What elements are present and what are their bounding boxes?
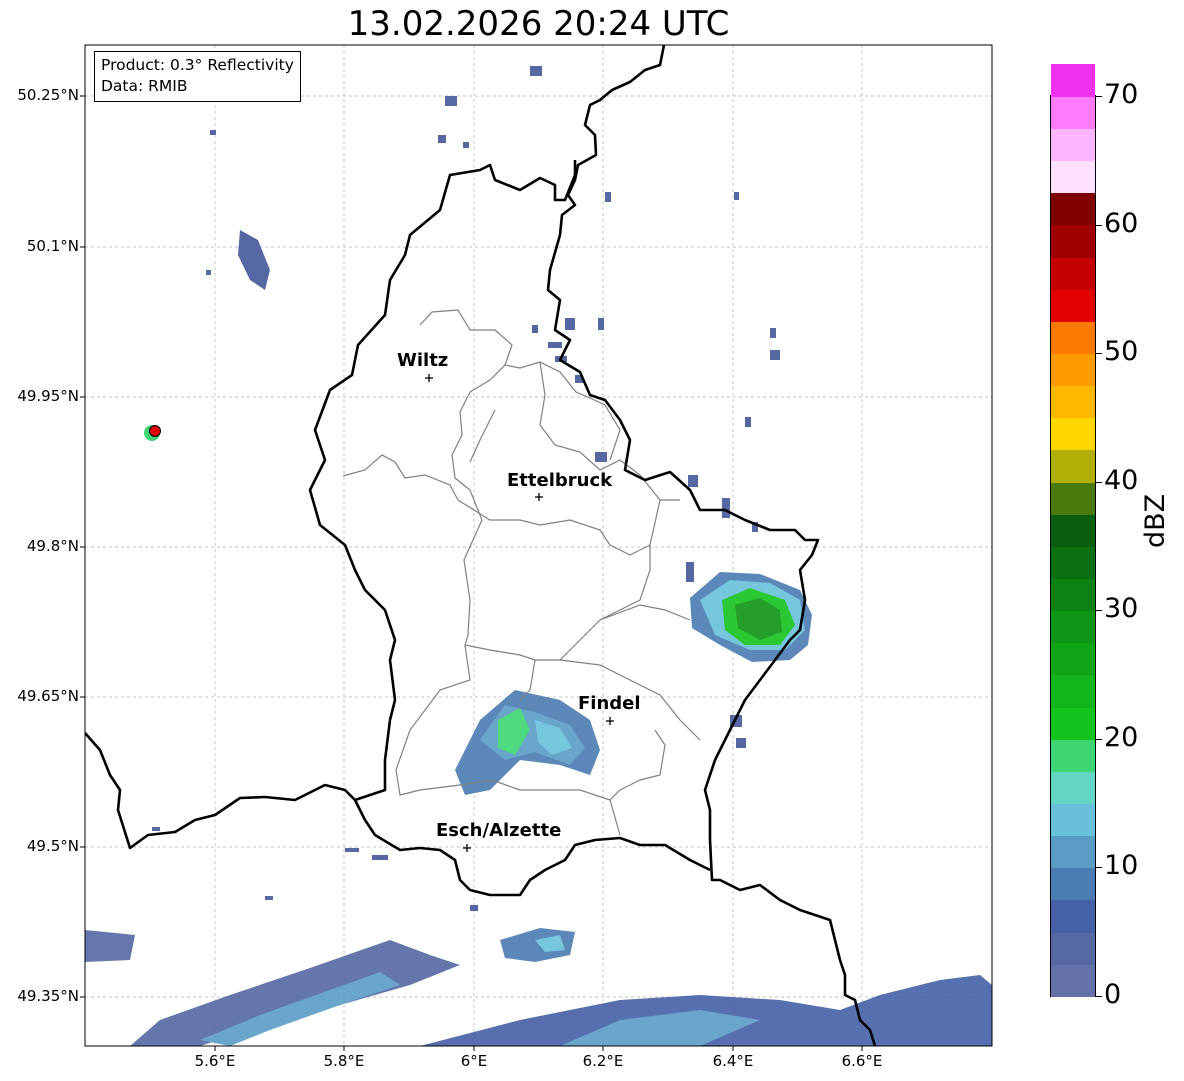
colorbar-segment — [1051, 513, 1095, 547]
colorbar-segment — [1051, 738, 1095, 772]
data-source-label: Data: RMIB — [101, 77, 188, 95]
colorbar-segment — [1051, 96, 1095, 129]
colorbar-tick-label: 10 — [1104, 850, 1139, 882]
colorbar-segment — [1051, 642, 1095, 676]
product-label: Product: 0.3° Reflectivity — [101, 56, 294, 74]
colorbar-segment — [1051, 256, 1095, 290]
colorbar-tick-label: 40 — [1104, 464, 1139, 496]
lat-label: 50.1°N — [26, 237, 79, 255]
colorbar-segment — [1051, 160, 1095, 194]
colorbar-segment — [1051, 288, 1095, 322]
lon-label: 5.8°E — [323, 1052, 365, 1070]
city-label-wiltz: Wiltz — [397, 350, 449, 371]
colorbar-segment — [1051, 706, 1095, 740]
colorbar-tick-label: 70 — [1104, 79, 1139, 110]
colorbar-tick-mark — [1096, 96, 1102, 97]
colorbar-segment — [1051, 481, 1095, 515]
colorbar-tick-label: 60 — [1104, 207, 1139, 239]
lat-label: 49.8°N — [26, 537, 79, 555]
product-info-box: Product: 0.3° Reflectivity Data: RMIB — [94, 51, 301, 102]
colorbar-tick-label: 50 — [1104, 336, 1139, 368]
colorbar-segment — [1051, 449, 1095, 483]
colorbar-segment — [1051, 674, 1095, 708]
colorbar-segment — [1051, 321, 1095, 354]
colorbar-segment — [1051, 128, 1095, 162]
colorbar-tick-label: 30 — [1104, 593, 1139, 625]
radar-map — [80, 44, 993, 1051]
colorbar-segment — [1051, 610, 1095, 644]
colorbar-tick-mark — [1096, 996, 1102, 997]
city-label-esch: Esch/Alzette — [436, 820, 562, 841]
colorbar-tick-mark — [1096, 610, 1102, 612]
colorbar — [1050, 63, 1096, 997]
colorbar-tick-mark — [1096, 353, 1102, 355]
lat-label: 49.35°N — [17, 987, 79, 1005]
colorbar-segment — [1051, 803, 1095, 837]
lat-label: 49.65°N — [17, 687, 79, 705]
colorbar-tick-mark — [1096, 738, 1102, 740]
colorbar-segment — [1051, 578, 1095, 612]
colorbar-segment — [1051, 835, 1095, 869]
lon-label: 6.6°E — [841, 1052, 883, 1070]
lon-label: 6.2°E — [582, 1052, 624, 1070]
lat-label: 49.95°N — [17, 387, 79, 405]
colorbar-segment — [1051, 417, 1095, 451]
colorbar-segment — [1051, 867, 1095, 901]
colorbar-tick-label: 0 — [1104, 979, 1122, 1010]
colorbar-segment — [1051, 899, 1095, 933]
colorbar-segment — [1051, 931, 1095, 965]
colorbar-segment — [1051, 546, 1095, 579]
colorbar-segment — [1051, 771, 1095, 804]
colorbar-segment — [1051, 353, 1095, 387]
colorbar-segment — [1051, 63, 1095, 97]
colorbar-tick-mark — [1096, 481, 1102, 483]
lat-label: 49.5°N — [26, 837, 79, 855]
lon-label: 6°E — [460, 1052, 488, 1070]
lon-label: 5.6°E — [194, 1052, 236, 1070]
colorbar-tick-label: 20 — [1104, 721, 1139, 753]
map-title: 13.02.2026 20:24 UTC — [347, 4, 730, 44]
lat-label: 50.25°N — [17, 86, 79, 104]
colorbar-segment — [1051, 385, 1095, 419]
colorbar-tick-mark — [1096, 867, 1102, 869]
city-label-findel: Findel — [578, 693, 641, 714]
colorbar-segment — [1051, 963, 1095, 997]
colorbar-label: dBZ — [1140, 493, 1171, 548]
colorbar-segment — [1051, 224, 1095, 258]
colorbar-segment — [1051, 192, 1095, 226]
colorbar-tick-mark — [1096, 224, 1102, 226]
city-label-ettelbruck: Ettelbruck — [507, 470, 613, 491]
lon-label: 6.4°E — [712, 1052, 754, 1070]
